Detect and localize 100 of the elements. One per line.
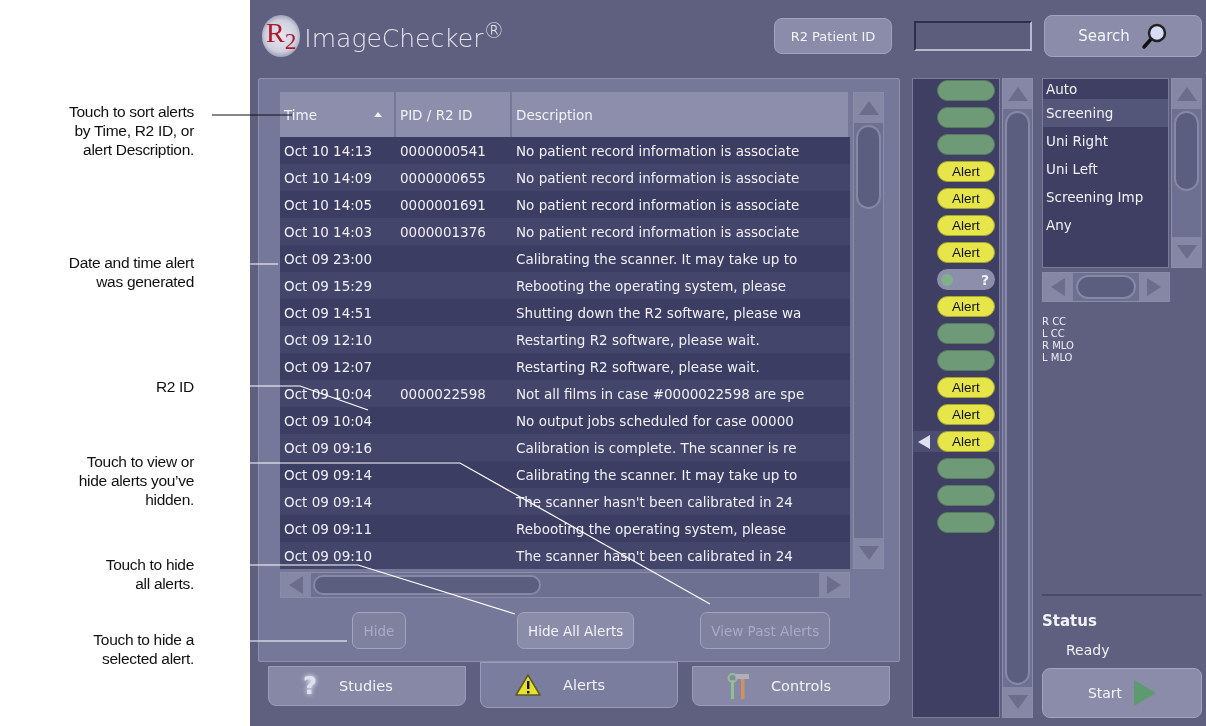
time-cell-text: Oct 09 15:29: [283, 277, 373, 294]
scroll-up-icon[interactable]: [858, 101, 879, 115]
slot-pill[interactable]: [937, 323, 995, 344]
callout-text: Touch to hide a selected alert.: [93, 630, 194, 668]
description-cell-text: No patient record information is associate: [515, 142, 801, 159]
slot-row[interactable]: Alert: [913, 161, 999, 182]
description-cell-text: Shutting down the R2 software, please wa: [515, 304, 803, 321]
scroll-right-icon[interactable]: [1147, 278, 1161, 296]
alert-button[interactable]: Alert: [937, 377, 995, 398]
vertical-scrollbar[interactable]: [1171, 78, 1202, 268]
slot-row[interactable]: Alert: [913, 242, 999, 263]
slot-row[interactable]: Alert: [913, 215, 999, 236]
vertical-scrollbar[interactable]: [1002, 78, 1033, 718]
scroll-thumb[interactable]: [313, 575, 541, 595]
id-cell-text: 0000022598: [399, 385, 487, 402]
time-cell-text: Oct 09 09:16: [283, 439, 373, 456]
time-cell-text: Oct 09 09:10: [283, 547, 373, 564]
scroll-left-icon[interactable]: [1051, 278, 1065, 296]
description-cell-text: Calibration is complete. The scanner is re: [515, 439, 798, 456]
slot-row[interactable]: Alert: [913, 188, 999, 209]
slot-pill[interactable]: [937, 80, 995, 101]
logo: R$_{2}$: [262, 15, 301, 57]
horizontal-scrollbar[interactable]: [280, 572, 850, 598]
alert-button[interactable]: Alert: [937, 188, 995, 209]
callout-text: Date and time alert was generated: [68, 253, 194, 291]
id-cell-text: 0000000541: [399, 142, 487, 159]
view-label: R CC: [1042, 316, 1068, 328]
mode-item[interactable]: Auto: [1043, 79, 1169, 99]
scroll-up-icon[interactable]: [1007, 87, 1028, 101]
view-label: L CC: [1042, 328, 1066, 340]
play-icon: [1134, 680, 1157, 706]
scroll-left-icon[interactable]: [289, 576, 303, 594]
mode-item[interactable]: Screening: [1043, 99, 1169, 127]
scroll-thumb[interactable]: [1005, 111, 1030, 685]
time-cell-text: Oct 09 14:51: [283, 304, 373, 321]
time-cell-text: Oct 10 14:13: [283, 142, 373, 159]
slot-pill[interactable]: [937, 134, 995, 155]
mode-item[interactable]: Uni Left: [1043, 155, 1169, 183]
unknown-mark: ?: [980, 271, 989, 288]
description-cell-text: No patient record information is associate: [515, 223, 801, 240]
vertical-scrollbar[interactable]: [853, 92, 884, 569]
description-cell-text: Rebooting the operating system, please: [515, 277, 788, 294]
scroll-thumb[interactable]: [1174, 111, 1199, 191]
search-icon: [1139, 22, 1168, 50]
status-label: Status: [1042, 612, 1098, 630]
status-value: Ready: [1066, 642, 1111, 658]
tab[interactable]: Alerts: [480, 662, 678, 708]
alert-button[interactable]: Alert: [937, 242, 995, 263]
alert-button[interactable]: Alert: [937, 404, 995, 425]
status-dot-icon: [941, 273, 953, 286]
slot-pill[interactable]: [937, 350, 995, 371]
time-cell-text: Oct 09 23:00: [283, 250, 373, 267]
mode-item[interactable]: Screening Imp: [1043, 183, 1169, 211]
view-label: R MLO: [1042, 340, 1075, 352]
slot-pill[interactable]: [937, 485, 995, 506]
patient-id-field[interactable]: [914, 21, 1032, 51]
description-cell-text: Calibrating the scanner. It may take up to: [515, 250, 799, 267]
warning-icon: [515, 674, 541, 696]
description-cell-text: Restarting R2 software, please wait.: [515, 358, 761, 375]
description-cell-text: No patient record information is associate: [515, 196, 801, 213]
scroll-down-icon[interactable]: [1176, 245, 1197, 259]
scroll-thumb[interactable]: [856, 125, 881, 209]
mode-item[interactable]: Any: [1043, 211, 1169, 239]
alert-button[interactable]: Alert: [937, 161, 995, 182]
help-icon: ?: [303, 672, 317, 700]
horizontal-scrollbar[interactable]: [1042, 272, 1170, 302]
time-cell-text: Oct 09 12:10: [283, 331, 373, 348]
scroll-up-icon[interactable]: [1176, 87, 1197, 101]
slot-pill[interactable]: [937, 107, 995, 128]
scroll-thumb[interactable]: [1076, 275, 1136, 299]
time-cell-text: Oct 09 09:14: [283, 466, 373, 483]
view-label: L MLO: [1042, 352, 1074, 364]
id-cell-text: 0000001691: [399, 196, 487, 213]
description-cell-text: No patient record information is associate: [515, 169, 801, 186]
alert-button[interactable]: Alert: [937, 296, 995, 317]
app-title: ImageChecker$^{®}$: [304, 18, 505, 54]
time-cell-text: Oct 09 09:11: [283, 520, 373, 537]
scroll-down-icon[interactable]: [1007, 695, 1028, 709]
description-cell-text: No output jobs scheduled for case 00000: [515, 412, 795, 429]
time-cell-text: Oct 09 12:07: [283, 358, 373, 375]
alert-button[interactable]: Alert: [937, 215, 995, 236]
slot-pill[interactable]: [937, 512, 995, 533]
description-cell-text: Not all films in case #0000022598 are spe: [515, 385, 806, 402]
scroll-down-icon[interactable]: [858, 546, 879, 560]
slot-row[interactable]: Alert: [913, 431, 999, 452]
time-cell-text: Oct 09 09:14: [283, 493, 373, 510]
mode-item[interactable]: Uni Right: [1043, 127, 1169, 155]
callout-text: R2 ID: [155, 377, 194, 396]
slot-row[interactable]: Alert: [913, 296, 999, 317]
slot-row[interactable]: Alert: [913, 404, 999, 425]
slot-pill[interactable]: [937, 458, 995, 479]
selection-arrow-icon: [918, 435, 930, 449]
scroll-right-icon[interactable]: [827, 576, 841, 594]
time-cell-text: Oct 10 14:09: [283, 169, 373, 186]
id-cell-text: 0000000655: [399, 169, 487, 186]
slot-row[interactable]: Alert: [913, 377, 999, 398]
alert-button[interactable]: Alert: [937, 431, 995, 452]
callout-text: Touch to sort alerts by Time, R2 ID, or alert Description.: [69, 102, 194, 159]
tools-icon: [727, 672, 749, 700]
time-cell-text: Oct 09 10:04: [283, 412, 373, 429]
